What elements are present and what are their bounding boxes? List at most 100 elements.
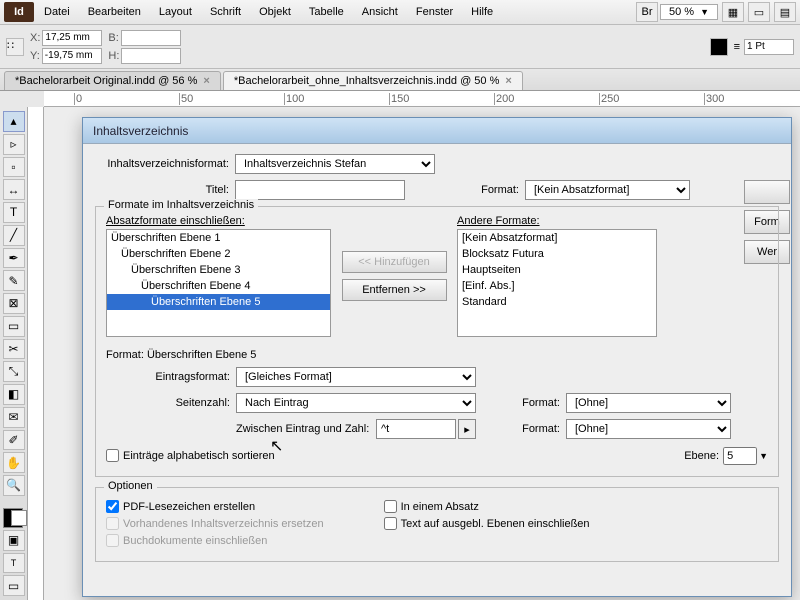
eyedropper-tool-icon[interactable]: ✐	[3, 430, 25, 451]
stroke-caret-icon: ≡	[734, 41, 740, 53]
direct-selection-tool-icon[interactable]: ▹	[3, 134, 25, 155]
between-input[interactable]	[376, 419, 456, 439]
y-label: Y:	[30, 50, 40, 62]
sort-checkbox[interactable]	[106, 449, 119, 462]
line-tool-icon[interactable]: ╱	[3, 225, 25, 246]
options-fieldset: Optionen PDF-Lesezeichen erstellen Vorha…	[95, 487, 779, 562]
remove-button[interactable]: Entfernen >>	[342, 279, 447, 301]
document-tab-strip: *Bachelorarbeit Original.indd @ 56 %× *B…	[0, 69, 800, 91]
list-item[interactable]: Überschriften Ebene 5	[107, 294, 330, 310]
menu-hilfe[interactable]: Hilfe	[463, 3, 501, 21]
x-label: X:	[30, 32, 40, 44]
list-item[interactable]: Überschriften Ebene 2	[107, 246, 330, 262]
fill-stroke-swatch[interactable]	[3, 502, 25, 528]
menu-layout[interactable]: Layout	[151, 3, 200, 21]
list-item[interactable]: [Kein Absatzformat]	[458, 230, 656, 246]
zoom-tool-icon[interactable]: 🔍	[3, 475, 25, 496]
pstyle-select[interactable]: [Kein Absatzformat]	[525, 180, 690, 200]
book-docs-checkbox	[106, 534, 119, 547]
pencil-tool-icon[interactable]: ✎	[3, 270, 25, 291]
gap-tool-icon[interactable]: ↔	[3, 179, 25, 200]
toc-format-select[interactable]: Inhaltsverzeichnis Stefan	[235, 154, 435, 174]
other-styles-label: Andere Formate:	[457, 215, 657, 227]
rectangle-tool-icon[interactable]: ▭	[3, 316, 25, 337]
view-mode-icon[interactable]: ▦	[722, 2, 744, 22]
toc-format-label: Inhaltsverzeichnisformat:	[95, 158, 235, 170]
transform-tool-icon[interactable]: ⤡	[3, 361, 25, 382]
hand-tool-icon[interactable]: ✋	[3, 452, 25, 473]
y-input[interactable]	[42, 48, 102, 64]
hidden-layers-checkbox[interactable]	[384, 517, 397, 530]
entryformat-label: Eintragsformat:	[106, 371, 236, 383]
vertical-ruler	[28, 107, 44, 600]
list-item[interactable]: [Einf. Abs.]	[458, 278, 656, 294]
bridge-button[interactable]: Br	[636, 2, 658, 22]
rectangle-frame-tool-icon[interactable]: ⊠	[3, 293, 25, 314]
fmt3-select[interactable]: [Ohne]	[566, 419, 731, 439]
view-mode-toggle-icon[interactable]: ▭	[3, 575, 25, 596]
entryformat-select[interactable]: [Gleiches Format]	[236, 367, 476, 387]
include-styles-listbox[interactable]: Überschriften Ebene 1 Überschriften Eben…	[106, 229, 331, 337]
type-tool-icon[interactable]: T	[3, 202, 25, 223]
note-tool-icon[interactable]: ✉	[3, 407, 25, 428]
menu-fenster[interactable]: Fenster	[408, 3, 461, 21]
ruler-tick: 250	[599, 93, 619, 105]
replace-toc-checkbox	[106, 517, 119, 530]
fill-swatch-icon[interactable]	[710, 38, 728, 56]
other-styles-listbox[interactable]: [Kein Absatzformat] Blocksatz Futura Hau…	[457, 229, 657, 337]
runin-checkbox[interactable]	[384, 500, 397, 513]
list-item[interactable]: Überschriften Ebene 3	[107, 262, 330, 278]
ruler-tick: 150	[389, 93, 409, 105]
format-text-icon[interactable]: T	[3, 553, 25, 574]
reference-point-icon[interactable]: ∷	[6, 38, 24, 56]
fmt2-select[interactable]: [Ohne]	[566, 393, 731, 413]
width-input[interactable]	[121, 30, 181, 46]
stroke-weight-input[interactable]	[744, 39, 794, 55]
chevron-down-icon[interactable]: ▼	[759, 451, 768, 461]
list-item[interactable]: Standard	[458, 294, 656, 310]
pdf-bookmarks-label: PDF-Lesezeichen erstellen	[123, 501, 255, 513]
b-label: B:	[108, 32, 118, 44]
pdf-bookmarks-checkbox[interactable]	[106, 500, 119, 513]
close-icon[interactable]: ×	[203, 75, 209, 87]
arrange-icon[interactable]: ▤	[774, 2, 796, 22]
hidden-layers-label: Text auf ausgebl. Ebenen einschließen	[401, 518, 590, 530]
pen-tool-icon[interactable]: ✒	[3, 248, 25, 269]
dialog-titlebar[interactable]: Inhaltsverzeichnis	[83, 118, 791, 144]
menu-datei[interactable]: Datei	[36, 3, 78, 21]
height-input[interactable]	[121, 48, 181, 64]
x-input[interactable]	[42, 30, 102, 46]
menu-tabelle[interactable]: Tabelle	[301, 3, 352, 21]
menu-objekt[interactable]: Objekt	[251, 3, 299, 21]
tool-panel: ▴ ▹ ▫ ↔ T ╱ ✒ ✎ ⊠ ▭ ✂ ⤡ ◧ ✉ ✐ ✋ 🔍 ▣ T ▭	[0, 107, 28, 600]
menu-schrift[interactable]: Schrift	[202, 3, 249, 21]
menu-bearbeiten[interactable]: Bearbeiten	[80, 3, 149, 21]
replace-toc-label: Vorhandenes Inhaltsverzeichnis ersetzen	[123, 518, 324, 530]
close-icon[interactable]: ×	[505, 75, 511, 87]
list-item[interactable]: Hauptseiten	[458, 262, 656, 278]
titel-label: Titel:	[95, 184, 235, 196]
menu-ansicht[interactable]: Ansicht	[354, 3, 406, 21]
fieldset-legend: Optionen	[104, 480, 157, 492]
selection-tool-icon[interactable]: ▴	[3, 111, 25, 132]
chevron-down-icon: ▼	[700, 7, 709, 17]
pagenum-select[interactable]: Nach Eintrag	[236, 393, 476, 413]
list-item[interactable]: Überschriften Ebene 1	[107, 230, 330, 246]
fmt2-label: Format:	[506, 397, 566, 409]
format-container-icon[interactable]: ▣	[3, 530, 25, 551]
screen-mode-icon[interactable]: ▭	[748, 2, 770, 22]
document-tab-1[interactable]: *Bachelorarbeit Original.indd @ 56 %×	[4, 71, 221, 90]
pagenum-label: Seitenzahl:	[106, 397, 236, 409]
level-input[interactable]	[723, 447, 757, 465]
special-char-flyout-icon[interactable]: ▸	[458, 419, 476, 439]
scissors-tool-icon[interactable]: ✂	[3, 339, 25, 360]
list-item[interactable]: Überschriften Ebene 4	[107, 278, 330, 294]
page-tool-icon[interactable]: ▫	[3, 157, 25, 178]
zoom-select[interactable]: 50 %▼	[660, 4, 718, 20]
add-button[interactable]: << Hinzufügen	[342, 251, 447, 273]
document-tab-2[interactable]: *Bachelorarbeit_ohne_Inhaltsverzeichnis.…	[223, 71, 523, 90]
ok-button[interactable]	[744, 180, 790, 204]
titel-input[interactable]	[235, 180, 405, 200]
gradient-tool-icon[interactable]: ◧	[3, 384, 25, 405]
list-item[interactable]: Blocksatz Futura	[458, 246, 656, 262]
